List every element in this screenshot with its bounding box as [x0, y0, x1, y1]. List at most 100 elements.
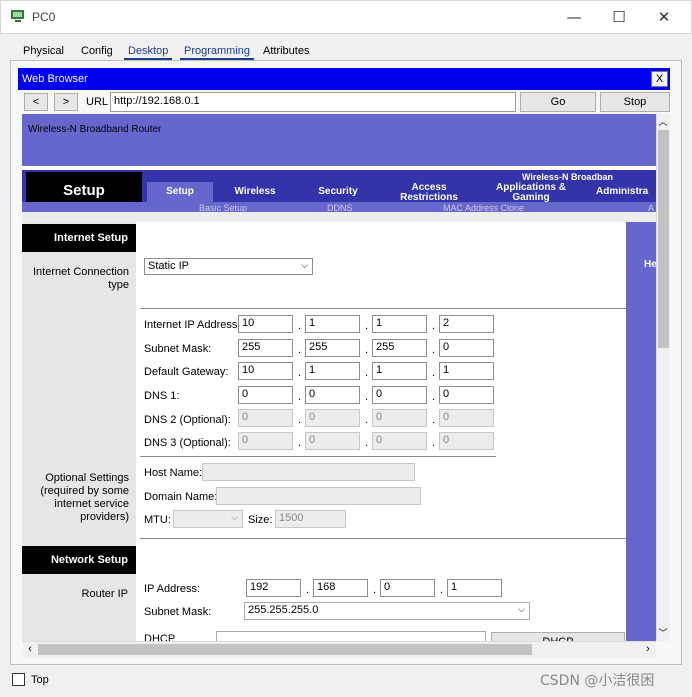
- tab-config[interactable]: Config: [77, 42, 117, 60]
- ip-octet-3[interactable]: 1: [372, 315, 427, 333]
- dns3-octet-1: 0: [238, 432, 293, 450]
- chevron-down-icon: ⌵: [231, 512, 238, 522]
- mask-octet-1[interactable]: 255: [238, 339, 293, 357]
- nav-setup[interactable]: Setup: [150, 187, 210, 197]
- router-ip-address-label: IP Address:: [144, 583, 201, 595]
- ip-label: Internet IP Address:: [144, 319, 241, 331]
- dns3-octet-4: 0: [439, 432, 494, 450]
- mtu-label: MTU:: [144, 514, 171, 526]
- mask-octet-4[interactable]: 0: [439, 339, 494, 357]
- dns3-octet-2: 0: [305, 432, 360, 450]
- section-separator: [140, 308, 626, 309]
- vertical-scroll-thumb[interactable]: [658, 130, 669, 348]
- dns3-label: DNS 3 (Optional):: [144, 437, 231, 449]
- subnav-basic-setup[interactable]: Basic Setup: [199, 203, 247, 213]
- network-setup-heading: Network Setup: [22, 546, 136, 574]
- gateway-octet-2[interactable]: 1: [305, 362, 360, 380]
- dns1-octet-4[interactable]: 0: [439, 386, 494, 404]
- chevron-down-icon: ⌵: [518, 604, 525, 614]
- help-column: [626, 222, 656, 641]
- url-input[interactable]: http://192.168.0.1: [110, 92, 516, 112]
- minimize-icon[interactable]: —: [552, 4, 596, 30]
- chevron-down-icon: ⌵: [301, 260, 308, 270]
- dhcp-label: DHCP: [144, 634, 176, 641]
- nav-access-restrictions[interactable]: Access Restrictions: [392, 183, 466, 203]
- mask-label: Subnet Mask:: [144, 343, 212, 355]
- content-gap: [22, 212, 656, 222]
- web-browser-title: Web Browser: [22, 73, 88, 85]
- router-mask-label: Subnet Mask:: [144, 606, 212, 618]
- subnav-more[interactable]: A: [648, 203, 654, 213]
- mtu-select[interactable]: ⌵: [173, 510, 243, 528]
- dns2-label: DNS 2 (Optional):: [144, 414, 231, 426]
- mtu-size-input[interactable]: 1500: [275, 510, 346, 528]
- dhcp-button[interactable]: DHCP: [491, 632, 625, 641]
- mask-octet-2[interactable]: 255: [305, 339, 360, 357]
- scroll-up-icon[interactable]: ︿: [657, 115, 669, 129]
- ip-octet-2[interactable]: 1: [305, 315, 360, 333]
- optional-separator: [140, 456, 496, 457]
- dns1-octet-3[interactable]: 0: [372, 386, 427, 404]
- mask-octet-3[interactable]: 255: [372, 339, 427, 357]
- tab-attributes[interactable]: Attributes: [259, 42, 313, 60]
- nav-administration[interactable]: Administra: [596, 187, 656, 197]
- connection-type-select[interactable]: Static IP ⌵: [144, 258, 313, 275]
- browser-close-button[interactable]: X: [651, 71, 668, 87]
- dns1-octet-2[interactable]: 0: [305, 386, 360, 404]
- gateway-octet-4[interactable]: 1: [439, 362, 494, 380]
- model-banner: Wireless-N Broadban: [522, 172, 613, 182]
- dns2-octet-2: 0: [305, 409, 360, 427]
- close-icon[interactable]: ✕: [642, 4, 686, 30]
- horizontal-scroll-thumb[interactable]: [38, 644, 532, 655]
- dns2-octet-3: 0: [372, 409, 427, 427]
- help-label: He: [644, 259, 656, 270]
- gateway-octet-1[interactable]: 10: [238, 362, 293, 380]
- router-ip-octet-2[interactable]: 168: [313, 579, 368, 597]
- dns1-octet-1[interactable]: 0: [238, 386, 293, 404]
- network-separator: [140, 538, 626, 539]
- go-button[interactable]: Go: [520, 92, 596, 112]
- stop-button[interactable]: Stop: [600, 92, 670, 112]
- ip-octet-1[interactable]: 10: [238, 315, 293, 333]
- host-name-label: Host Name:: [144, 467, 203, 479]
- subnav-mac-clone[interactable]: MAC Address Clone: [443, 203, 524, 213]
- forward-button[interactable]: >: [54, 93, 78, 111]
- size-label: Size:: [248, 514, 273, 526]
- host-name-input[interactable]: [202, 463, 415, 481]
- router-product-name: Wireless-N Broadband Router: [28, 124, 162, 135]
- dns2-octet-1: 0: [238, 409, 293, 427]
- connection-type-label: Internet Connection type: [32, 266, 129, 291]
- web-browser-titlebar: [18, 68, 670, 90]
- url-label: URL: [86, 96, 109, 108]
- router-ip-octet-1[interactable]: 192: [246, 579, 301, 597]
- router-ip-octet-3[interactable]: 0: [380, 579, 435, 597]
- router-ip-octet-4[interactable]: 1: [447, 579, 502, 597]
- internet-setup-heading: Internet Setup: [22, 224, 136, 252]
- router-mask-select[interactable]: 255.255.255.0 ⌵: [244, 602, 530, 620]
- gateway-octet-3[interactable]: 1: [372, 362, 427, 380]
- tab-desktop[interactable]: Desktop: [124, 42, 173, 60]
- dhcp-field[interactable]: [216, 631, 486, 641]
- nav-security[interactable]: Security: [305, 187, 371, 197]
- tab-physical[interactable]: Physical: [19, 42, 68, 60]
- nav-wireless[interactable]: Wireless: [222, 187, 288, 197]
- gateway-label: Default Gateway:: [144, 366, 229, 378]
- tab-programming[interactable]: Programming: [180, 42, 255, 60]
- back-button[interactable]: <: [24, 93, 48, 111]
- maximize-icon[interactable]: ☐: [597, 4, 641, 30]
- top-checkbox-label: Top: [31, 674, 49, 686]
- domain-name-label: Domain Name:: [144, 491, 218, 503]
- scroll-down-icon[interactable]: ﹀: [657, 626, 669, 640]
- optional-settings-label: Optional Settings (required by some inte…: [40, 472, 129, 523]
- dns3-octet-3: 0: [372, 432, 427, 450]
- scroll-left-icon[interactable]: ‹: [24, 643, 36, 656]
- top-checkbox[interactable]: [12, 673, 25, 686]
- watermark: CSDN @小洁很困: [540, 673, 655, 689]
- scroll-right-icon[interactable]: ›: [642, 643, 654, 656]
- ip-octet-4[interactable]: 2: [439, 315, 494, 333]
- router-header: [22, 114, 656, 166]
- subnav-ddns[interactable]: DDNS: [327, 203, 353, 213]
- domain-name-input[interactable]: [216, 487, 421, 505]
- window-title: PC0: [32, 10, 56, 24]
- nav-applications-gaming[interactable]: Applications & Gaming: [490, 183, 572, 203]
